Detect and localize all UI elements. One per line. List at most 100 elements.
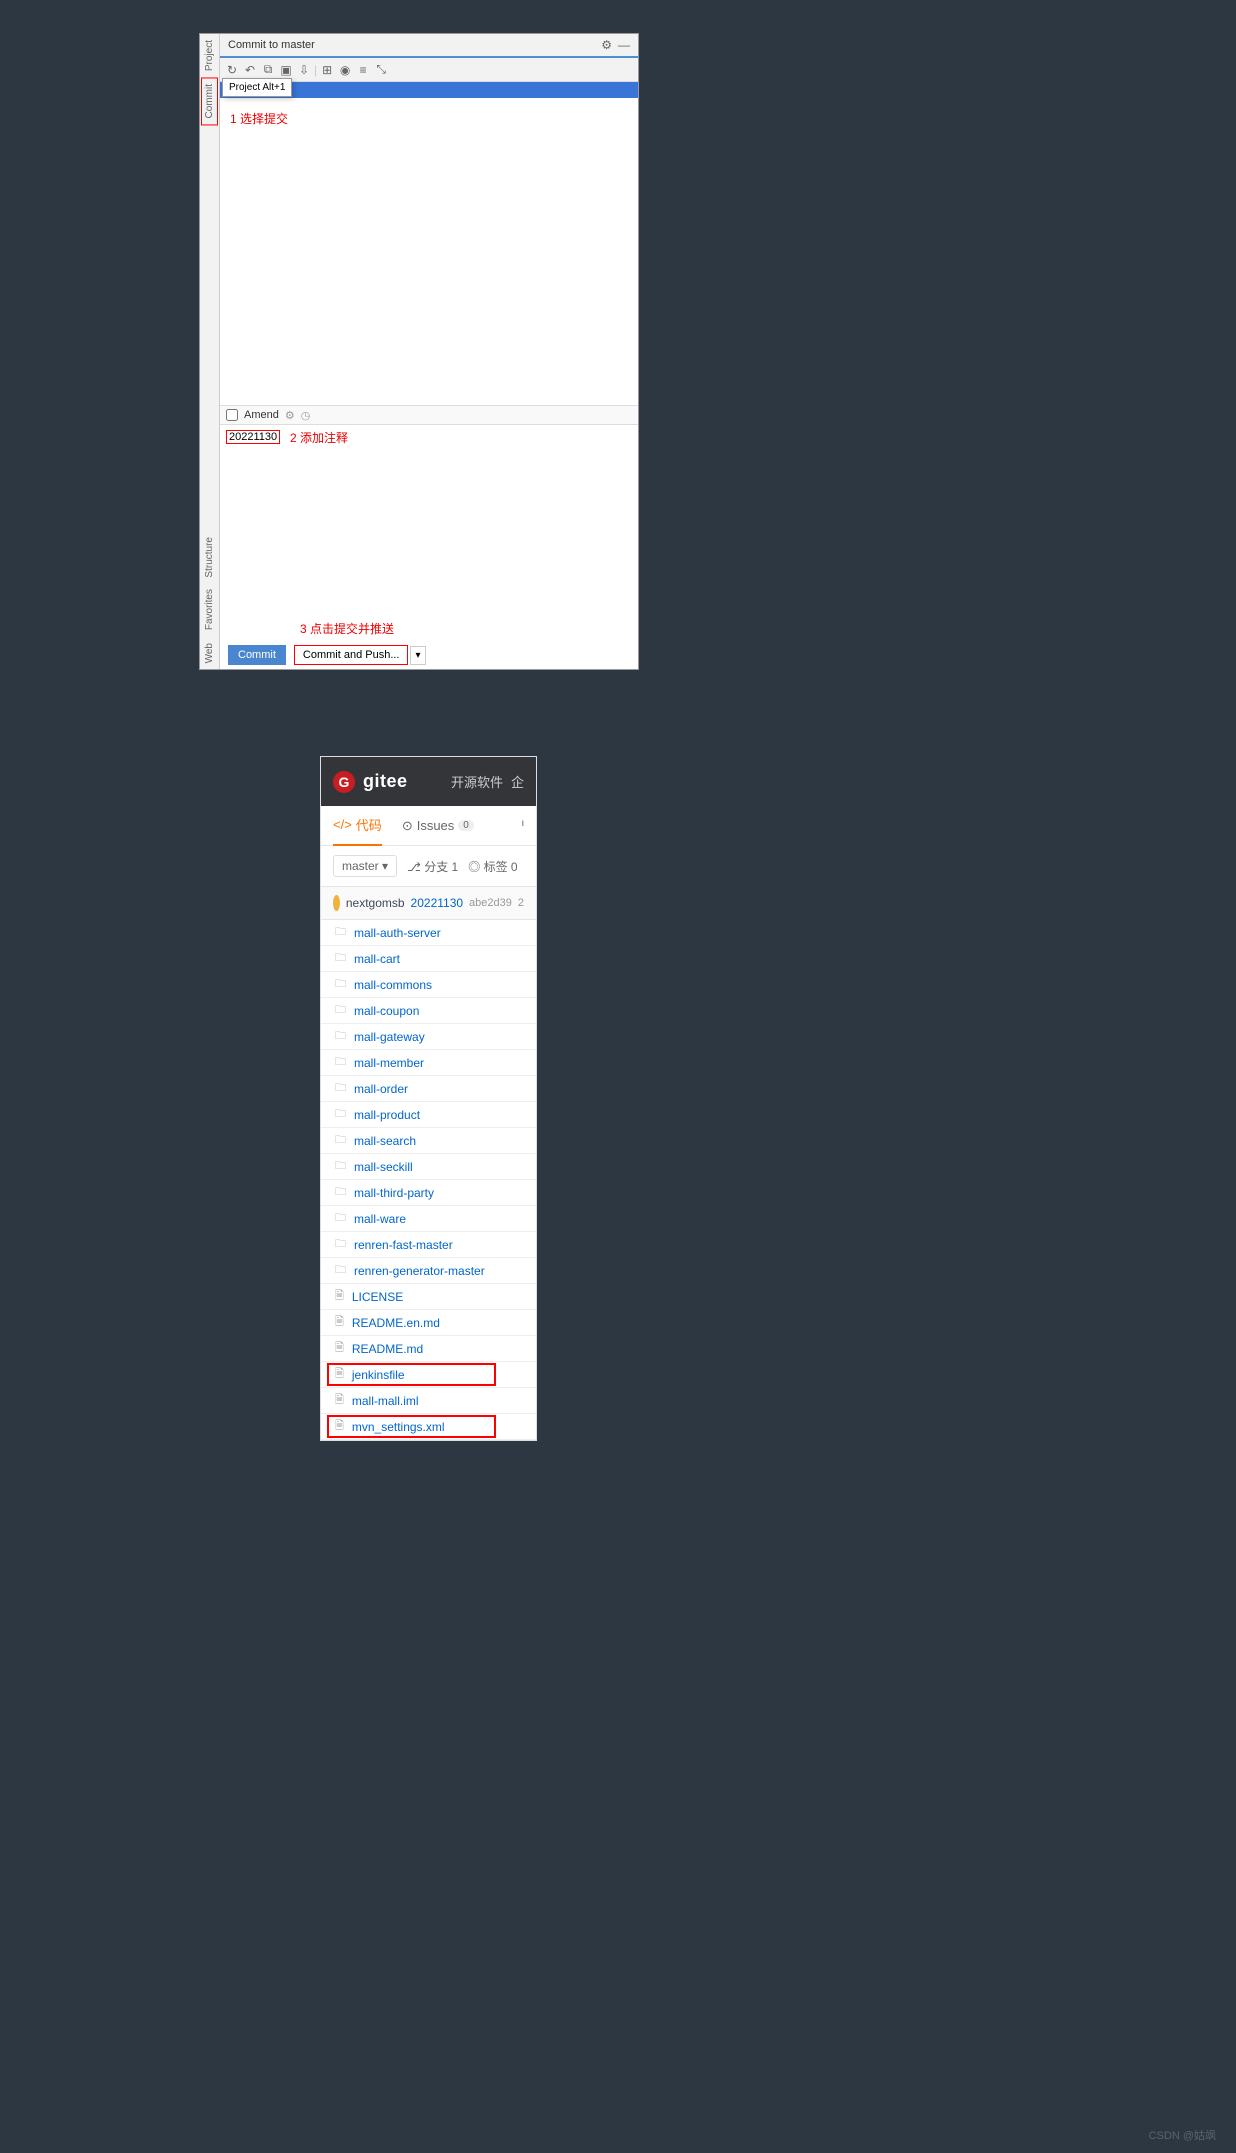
file-row-renren-fast-master[interactable]: 🗀renren-fast-master <box>321 1232 536 1258</box>
commit-message-area[interactable]: 20221130 2 添加注释 3 点击提交并推送 <box>220 425 638 641</box>
undo-icon[interactable]: ↶ <box>242 62 258 78</box>
commit-split-button[interactable]: ▾ <box>410 646 425 665</box>
changelist-icon[interactable]: ▣ <box>278 62 294 78</box>
file-icon: 🗎 <box>335 1339 344 1358</box>
folder-icon: 🗀 <box>335 1001 346 1020</box>
watermark: CSDN @姑飒 <box>1149 2127 1216 2143</box>
commit-button[interactable]: Commit <box>228 645 286 665</box>
collapse-icon[interactable]: ⤡ <box>373 62 389 78</box>
folder-icon: 🗀 <box>335 1053 346 1072</box>
file-row-LICENSE[interactable]: 🗎 LICENSE <box>321 1284 536 1310</box>
folder-icon: 🗀 <box>335 1183 346 1202</box>
nav-enterprise[interactable]: 企 <box>511 772 524 791</box>
gear-icon[interactable]: ⚙ <box>285 409 295 422</box>
file-list: 🗀mall-auth-server🗀mall-cart🗀mall-commons… <box>321 920 536 1440</box>
repo-tabs: </> 代码 ⊙ Issues 0 ᑊ <box>321 806 536 846</box>
file-row-mall-order[interactable]: 🗀 mall-order <box>321 1076 536 1102</box>
file-row-mall-mall.iml[interactable]: 🗎mall-mall.iml <box>321 1388 536 1414</box>
tags-link[interactable]: ◎ 标签 0 <box>468 858 517 875</box>
file-row-mall-gateway[interactable]: 🗀mall-gateway <box>321 1024 536 1050</box>
nav-opensource[interactable]: 开源软件 <box>451 772 503 791</box>
shelve-icon[interactable]: ⇩ <box>296 62 312 78</box>
file-icon: 🗎 <box>335 1313 344 1332</box>
refresh-icon[interactable]: ↻ <box>224 62 240 78</box>
changes-area: 1 选择提交 <box>220 98 638 405</box>
annotation-3: 3 点击提交并推送 <box>300 620 394 637</box>
branch-selector[interactable]: master ▾ <box>333 855 397 877</box>
amend-checkbox[interactable] <box>226 409 238 421</box>
commit-message-link[interactable]: 20221130 <box>411 896 464 910</box>
annotation-2: 2 添加注释 <box>290 429 348 446</box>
issues-count-badge: 0 <box>458 820 474 831</box>
file-icon: 🗎 <box>335 1365 344 1384</box>
file-row-jenkinsfile[interactable]: 🗎jenkinsfile <box>321 1362 536 1388</box>
commit-push-button[interactable]: Commit and Push... <box>294 645 409 665</box>
commit-message-text[interactable]: 20221130 <box>226 430 280 444</box>
commit-author: nextgomsb <box>346 896 405 910</box>
ide-sidebar: Project Commit Structure Favorites Web <box>200 34 220 669</box>
code-icon: </> <box>333 817 352 832</box>
ide-header: Commit to master ⚙ — <box>220 34 638 58</box>
folder-icon: 🗀 <box>335 1079 346 1098</box>
file-row-README.en.md[interactable]: 🗎 README.en.md <box>321 1310 536 1336</box>
commit-more: 2 <box>518 897 524 909</box>
file-name: mall-seckill <box>354 1160 413 1174</box>
gitee-logo-icon[interactable]: G <box>333 771 355 793</box>
tab-issues-label: Issues <box>417 818 455 833</box>
gitee-brand: gitee <box>363 771 408 792</box>
tab-code[interactable]: </> 代码 <box>333 805 382 846</box>
group-icon[interactable]: ⊞ <box>319 62 335 78</box>
sidebar-tab-structure[interactable]: Structure <box>202 531 217 584</box>
history-icon[interactable]: ◷ <box>301 409 311 422</box>
tab-code-label: 代码 <box>356 815 382 834</box>
issues-icon: ⊙ <box>402 818 413 834</box>
file-name: mall-ware <box>354 1212 406 1226</box>
file-row-mvn_settings.xml[interactable]: 🗎mvn_settings.xml <box>321 1414 536 1440</box>
diff-icon[interactable]: ⧉ <box>260 62 276 78</box>
gear-icon[interactable]: ⚙ <box>601 38 612 52</box>
latest-commit[interactable]: nextgomsb 20221130 abe2d39 2 <box>321 886 536 920</box>
tab-issues[interactable]: ⊙ Issues 0 <box>402 808 474 844</box>
sidebar-tab-commit[interactable]: Commit <box>201 77 218 125</box>
folder-icon: 🗀 <box>335 1261 346 1280</box>
expand-icon[interactable]: ≡ <box>355 62 371 78</box>
file-icon: 🗎 <box>335 1287 344 1306</box>
file-name: README.md <box>352 1342 423 1356</box>
branches-link[interactable]: ⎇ 分支 1 <box>407 858 458 875</box>
eye-icon[interactable]: ◉ <box>337 62 353 78</box>
file-row-mall-seckill[interactable]: 🗀 mall-seckill <box>321 1154 536 1180</box>
branch-row: master ▾ ⎇ 分支 1 ◎ 标签 0 <box>321 846 536 886</box>
ide-commit-panel: Project Commit Structure Favorites Web C… <box>199 33 639 670</box>
folder-icon: 🗀 <box>335 949 346 968</box>
file-name: mall-search <box>354 1134 416 1148</box>
file-row-mall-coupon[interactable]: 🗀mall-coupon <box>321 998 536 1024</box>
folder-icon: 🗀 <box>335 1209 346 1228</box>
file-name: README.en.md <box>352 1316 440 1330</box>
file-row-mall-cart[interactable]: 🗀mall-cart <box>321 946 536 972</box>
minimize-icon[interactable]: — <box>618 38 630 52</box>
file-row-mall-ware[interactable]: 🗀 mall-ware <box>321 1206 536 1232</box>
commit-hash[interactable]: abe2d39 <box>469 897 512 909</box>
sidebar-tab-favorites[interactable]: Favorites <box>202 583 217 636</box>
file-row-mall-product[interactable]: 🗀mall-product <box>321 1102 536 1128</box>
file-name: LICENSE <box>352 1290 403 1304</box>
sidebar-tab-web[interactable]: Web <box>202 637 217 669</box>
avatar <box>333 895 340 911</box>
sidebar-tab-project[interactable]: Project <box>202 34 217 77</box>
file-row-renren-generator-master[interactable]: 🗀 renren-generator-master <box>321 1258 536 1284</box>
folder-icon: 🗀 <box>335 1235 346 1254</box>
file-row-README.md[interactable]: 🗎 README.md <box>321 1336 536 1362</box>
file-row-mall-auth-server[interactable]: 🗀mall-auth-server <box>321 920 536 946</box>
file-name: mall-mall.iml <box>352 1394 419 1408</box>
gitee-panel: G gitee 开源软件 企 </> 代码 ⊙ Issues 0 ᑊ maste… <box>320 756 537 1441</box>
file-row-mall-member[interactable]: 🗀mall-member <box>321 1050 536 1076</box>
file-row-mall-third-party[interactable]: 🗀mall-third-party <box>321 1180 536 1206</box>
file-name: renren-generator-master <box>354 1264 485 1278</box>
folder-icon: 🗀 <box>335 1157 346 1176</box>
tab-more[interactable]: ᑊ <box>522 808 525 844</box>
gitee-header: G gitee 开源软件 企 <box>321 757 536 806</box>
file-row-mall-commons[interactable]: 🗀mall-commons <box>321 972 536 998</box>
file-row-mall-search[interactable]: 🗀 mall-search <box>321 1128 536 1154</box>
file-name: mall-order <box>354 1082 408 1096</box>
folder-icon: 🗀 <box>335 1131 346 1150</box>
